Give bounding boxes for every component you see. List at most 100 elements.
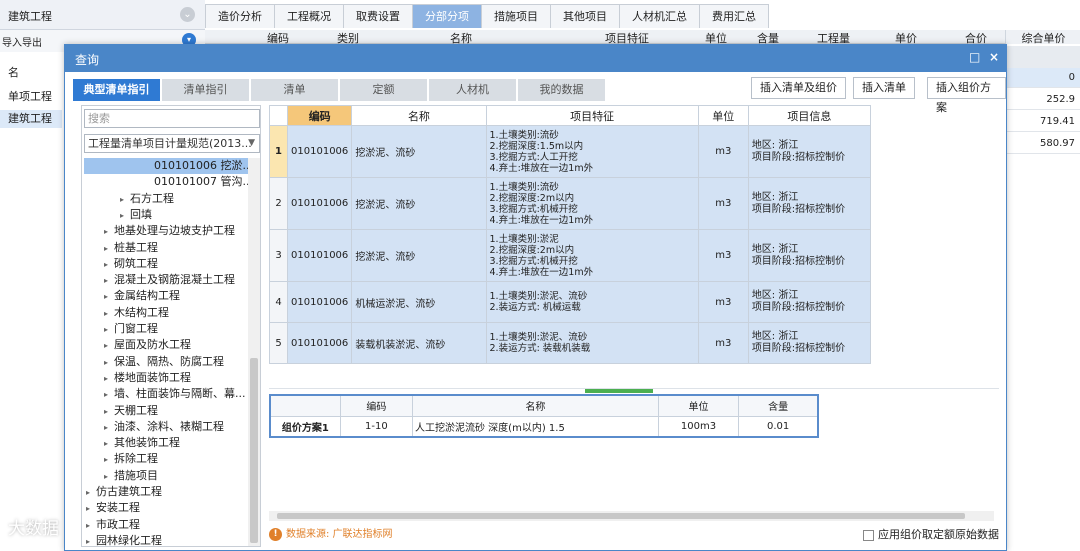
results-row[interactable]: 2 010101006 挖淤泥、流砂 1.土壤类别:流砂 2.挖掘深度:2m以内 3.挖掘… <box>268 177 872 230</box>
top-tab[interactable]: 分部分项 <box>412 4 482 28</box>
tree-item[interactable]: ▸ 地基处理与边坡支护工程 <box>104 223 235 239</box>
results-row[interactable]: 4 010101006 机械运淤泥、流砂 1.土壤类别:淤泥、流砂 2.装运方式: 机械… <box>268 281 872 323</box>
tree-item[interactable]: ▸ 楼地面装饰工程 <box>104 370 191 386</box>
apply-original-data-checkbox[interactable]: 应用组价取定额原始数据 <box>863 528 999 542</box>
project-list-item[interactable]: 名 <box>8 64 19 80</box>
tree-item[interactable]: ▸ 油漆、涂料、裱糊工程 <box>104 419 224 435</box>
dialog-tab[interactable]: 定额 <box>340 79 427 101</box>
expand-arrow-icon[interactable]: ▸ <box>86 504 90 513</box>
expand-arrow-icon[interactable]: ▸ <box>104 325 108 334</box>
tree-item[interactable]: ▸ 木结构工程 <box>104 305 169 321</box>
tree-item[interactable]: ▸ 屋面及防水工程 <box>104 337 191 353</box>
tree-item[interactable]: ▸ 措施项目 <box>104 468 158 484</box>
expand-arrow-icon[interactable]: ▸ <box>104 423 108 432</box>
insert-list-button[interactable]: 插入清单 <box>853 77 915 99</box>
tree-item[interactable]: 010101006 挖淤... <box>84 158 253 174</box>
expand-arrow-icon[interactable]: ▸ <box>104 472 108 481</box>
search-input[interactable]: 搜索 <box>84 109 260 128</box>
expand-arrow-icon[interactable]: ▸ <box>86 521 90 530</box>
tree-item[interactable]: ▸ 园林绿化工程 <box>86 533 162 549</box>
plan-column-header <box>269 394 341 417</box>
tree-item[interactable]: ▸ 安装工程 <box>86 500 140 516</box>
expand-arrow-icon[interactable]: ▸ <box>104 341 108 350</box>
item-features: 1.土壤类别:流砂 2.挖掘深度:1.5m以内 3.挖掘方式:人工开挖 4.弃土:堆放… <box>485 125 699 178</box>
expand-arrow-icon[interactable]: ▸ <box>104 244 108 253</box>
results-row[interactable]: 3 010101006 挖淤泥、流砂 1.土壤类别:淤泥 2.挖掘深度:2m以内 3.挖掘… <box>268 229 872 282</box>
scroll-thumb[interactable] <box>250 358 258 543</box>
expand-arrow-icon[interactable]: ▸ <box>104 374 108 383</box>
item-code: 010101006 <box>287 125 353 178</box>
splitter[interactable] <box>269 388 999 393</box>
item-unit: m3 <box>697 322 749 364</box>
tree-item[interactable]: ▸ 门窗工程 <box>104 321 158 337</box>
tree-item[interactable]: ▸ 其他装饰工程 <box>104 435 180 451</box>
expand-arrow-icon[interactable]: ▸ <box>104 455 108 464</box>
maximize-icon[interactable]: □ <box>969 50 980 64</box>
dialog-tab[interactable]: 典型清单指引 <box>73 79 160 101</box>
tree-item[interactable]: ▸ 回填 <box>120 207 152 223</box>
expand-arrow-icon[interactable]: ▸ <box>104 358 108 367</box>
expand-arrow-icon[interactable]: ▸ <box>104 292 108 301</box>
results-column-header: 单位 <box>697 105 749 126</box>
expand-arrow-icon[interactable]: ▸ <box>104 227 108 236</box>
top-tab[interactable]: 人材机汇总 <box>619 4 700 28</box>
tree-scrollbar[interactable] <box>248 158 260 546</box>
tree-item[interactable]: ▸ 拆除工程 <box>104 451 158 467</box>
tree-item-label: 桩基工程 <box>114 240 159 254</box>
project-list: 名单项工程建筑工程 <box>0 52 62 551</box>
checkbox-box[interactable] <box>863 529 874 541</box>
expand-arrow-icon[interactable]: ▸ <box>104 390 108 399</box>
insert-list-and-pricing-button[interactable]: 插入清单及组价 <box>751 77 846 99</box>
item-info: 地区: 浙江 项目阶段:招标控制价 <box>747 229 872 282</box>
dialog-tab[interactable]: 人材机 <box>429 79 516 101</box>
expand-arrow-icon[interactable]: ▸ <box>104 407 108 416</box>
tree-item[interactable]: ▸ 金属结构工程 <box>104 288 180 304</box>
expand-arrow-icon[interactable]: ▸ <box>104 439 108 448</box>
results-column-header: 项目信息 <box>747 105 872 126</box>
top-tab[interactable]: 其他项目 <box>550 4 620 28</box>
collapse-icon[interactable]: ⌄ <box>180 7 195 22</box>
expand-arrow-icon[interactable]: ▸ <box>86 488 90 497</box>
scroll-thumb[interactable] <box>277 513 965 519</box>
item-unit: m3 <box>697 281 749 323</box>
top-tab[interactable]: 措施项目 <box>481 4 551 28</box>
top-tab[interactable]: 造价分析 <box>205 4 275 28</box>
project-list-item[interactable]: 建筑工程 <box>0 110 62 128</box>
expand-arrow-icon[interactable]: ▸ <box>86 537 90 546</box>
tree-item[interactable]: ▸ 墙、柱面装饰与隔断、幕... <box>104 386 246 402</box>
tree-item-label: 天棚工程 <box>114 403 159 417</box>
import-export-button[interactable]: 导入导出 <box>2 34 42 49</box>
expand-arrow-icon[interactable]: ▸ <box>120 211 124 220</box>
item-name: 装载机装淤泥、流砂 <box>351 322 487 364</box>
insert-pricing-plan-button[interactable]: 插入组价方案 <box>927 77 1006 114</box>
splitter-handle[interactable] <box>585 389 653 393</box>
expand-arrow-icon[interactable]: ▸ <box>104 260 108 269</box>
dialog-tab[interactable]: 清单指引 <box>162 79 249 101</box>
tree-item[interactable]: ▸ 混凝土及钢筋混凝土工程 <box>104 272 235 288</box>
tree-item[interactable]: ▸ 市政工程 <box>86 517 140 533</box>
expand-arrow-icon[interactable]: ▸ <box>120 195 124 204</box>
top-tab[interactable]: 费用汇总 <box>699 4 769 28</box>
tree-item[interactable]: ▸ 天棚工程 <box>104 403 158 419</box>
tree-item[interactable]: ▸ 保温、隔热、防腐工程 <box>104 354 224 370</box>
project-list-item[interactable]: 单项工程 <box>8 88 52 104</box>
dialog-tab[interactable]: 清单 <box>251 79 338 101</box>
horizontal-scrollbar[interactable] <box>269 511 994 521</box>
tree-item[interactable]: ▸ 砌筑工程 <box>104 256 158 272</box>
expand-arrow-icon[interactable]: ▸ <box>104 309 108 318</box>
results-row[interactable]: 5 010101006 装载机装淤泥、流砂 1.土壤类别:淤泥、流砂 2.装运方式: 装… <box>268 322 872 364</box>
close-icon[interactable]: × <box>989 50 999 64</box>
tree-item[interactable]: ▸ 仿古建筑工程 <box>86 484 162 500</box>
top-tab[interactable]: 取费设置 <box>343 4 413 28</box>
plan-code: 1-10 <box>339 415 414 438</box>
top-tab[interactable]: 工程概况 <box>274 4 344 28</box>
plan-row[interactable]: 组价方案1 1-10 人工挖淤泥流砂 深度(m以内) 1.5 100m3 0.01 <box>269 415 819 438</box>
expand-arrow-icon[interactable]: ▸ <box>104 276 108 285</box>
feature-line: 4.弃土:堆放在一边1m外 <box>489 162 594 174</box>
dialog-tab[interactable]: 我的数据 <box>518 79 605 101</box>
tree-item[interactable]: ▸ 桩基工程 <box>104 240 158 256</box>
tree-item[interactable]: ▸ 石方工程 <box>120 191 174 207</box>
standard-select[interactable]: 工程量清单项目计量规范(2013... ▼ <box>84 134 260 153</box>
tree-item[interactable]: 010101007 管沟... <box>154 174 253 190</box>
results-row[interactable]: 1 010101006 挖淤泥、流砂 1.土壤类别:流砂 2.挖掘深度:1.5m以内 3.… <box>268 125 872 178</box>
